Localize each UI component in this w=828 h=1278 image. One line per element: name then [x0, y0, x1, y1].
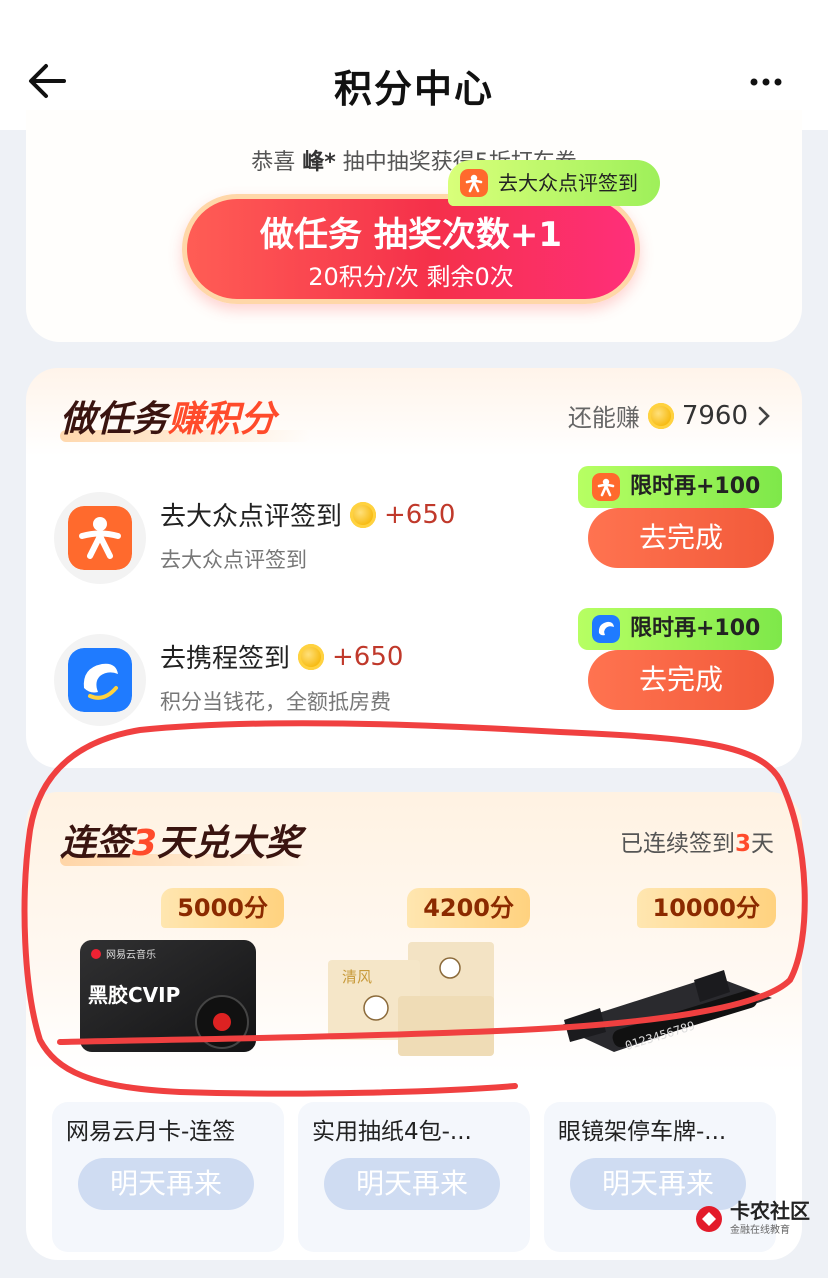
winner-name: 峰*: [302, 150, 336, 175]
come-back-tomorrow-button[interactable]: 明天再来: [324, 1158, 500, 1210]
lottery-card: 恭喜 峰* 抽中抽奖获得5折打车券 做任务 抽奖次数+1 20积分/次 剩余0次…: [26, 110, 802, 342]
signin-heading: 连签3天兑大奖: [60, 814, 301, 866]
task-desc: 积分当钱花，全额抵房费: [160, 690, 391, 714]
ctrip-icon: [592, 615, 620, 643]
limited-bonus-tag: 限时再+100: [578, 466, 782, 508]
earn-more-link[interactable]: 还能赚 7960: [568, 398, 772, 433]
task-icon-wrap: [54, 634, 146, 726]
winner-announcement: 恭喜 峰* 抽中抽奖获得5折打车券: [26, 144, 802, 176]
lottery-task-button[interactable]: 做任务 抽奖次数+1 20积分/次 剩余0次: [182, 194, 640, 304]
task-card: 做任务赚积分 还能赚 7960 去大众点评签到 +650 去大众点评签到 去完成: [26, 368, 802, 768]
float-tag-label: 去大众点评签到: [498, 171, 638, 195]
come-back-tomorrow-button[interactable]: 明天再来: [78, 1158, 254, 1210]
coin-icon: [298, 643, 325, 670]
watermark: 卡农社区 金融在线教育: [694, 1201, 810, 1236]
task-title-text: 去携程签到: [160, 644, 291, 674]
dianping-icon: [592, 473, 620, 501]
limited-bonus-tag: 限时再+100: [578, 608, 782, 650]
watermark-title: 卡农社区: [730, 1199, 810, 1223]
earn-more-label: 还能赚: [567, 404, 640, 432]
lottery-main-label: 做任务 抽奖次数+1: [260, 215, 562, 255]
lottery-float-tag[interactable]: 去大众点评签到: [448, 160, 660, 206]
limited-bonus-text: 限时再+100: [630, 474, 761, 499]
ctrip-icon: [68, 648, 132, 712]
task-title-text: 去大众点评签到: [160, 502, 343, 532]
earn-more-value: 7960: [681, 400, 748, 431]
task-reward: +650: [332, 641, 404, 672]
task-row: 去大众点评签到 +650 去大众点评签到 去完成 限时再+100: [26, 466, 802, 612]
netease-vip-card-image: 网易云音乐 黑胶CVIP: [80, 940, 256, 1052]
prize-info-card: 网易云月卡-连签 明天再来: [52, 1102, 284, 1252]
watermark-text: 卡农社区 金融在线教育: [730, 1201, 810, 1236]
task-title: 去大众点评签到 +650: [160, 496, 455, 533]
prize-item[interactable]: 10000分 0123456789 眼镜架停车牌-... 明天再来: [544, 888, 776, 1252]
signin-status-suffix: 天: [751, 831, 774, 857]
tissue-pack-image: 清风: [328, 942, 494, 1056]
prize-item[interactable]: 4200分 清风 实用抽纸4包-... 明天再来: [298, 888, 530, 1252]
task-desc: 去大众点评签到: [160, 548, 307, 572]
prize-points: 10000分: [636, 888, 776, 928]
parking-sign-image: 0123456789: [558, 970, 772, 1053]
watermark-sub: 金融在线教育: [730, 1225, 790, 1236]
prize-img-brand: 网易云音乐: [106, 948, 156, 961]
prize-img-label: 清风: [342, 968, 372, 986]
signin-status-num: 3: [734, 831, 751, 857]
prize-img-label: 黑胶CVIP: [88, 983, 180, 1007]
task-row: 去携程签到 +650 积分当钱花，全额抵房费 去完成 限时再+100: [26, 608, 802, 754]
prize-name: 眼镜架停车牌-...: [558, 1119, 727, 1145]
limited-bonus-text: 限时再+100: [630, 616, 761, 641]
prize-points: 4200分: [407, 888, 530, 928]
signin-card: 连签3天兑大奖 已连续签到3天 5000分 网易云音乐 黑胶CVIP 网易云月卡…: [26, 792, 802, 1260]
signin-status-prefix: 已连续签到: [619, 831, 735, 857]
task-icon-wrap: [54, 492, 146, 584]
coin-icon: [647, 402, 674, 429]
task-reward: +650: [384, 499, 456, 530]
more-options-icon[interactable]: [746, 62, 786, 102]
chevron-right-icon: [758, 406, 770, 425]
signin-heading-num: 3: [132, 823, 158, 864]
task-complete-button[interactable]: 去完成: [588, 650, 774, 710]
signin-status: 已连续签到3天: [620, 824, 774, 858]
lottery-sub-label: 20积分/次 剩余0次: [308, 263, 514, 291]
prize-item[interactable]: 5000分 网易云音乐 黑胶CVIP 网易云月卡-连签 明天再来: [52, 888, 284, 1252]
winner-prefix: 恭喜: [251, 150, 296, 175]
page-title: 积分中心: [333, 67, 494, 111]
kanong-logo-icon: [696, 1205, 722, 1232]
task-complete-button[interactable]: 去完成: [588, 508, 774, 568]
dianping-icon: [68, 506, 132, 570]
prize-name: 网易云月卡-连签: [66, 1119, 236, 1145]
signin-heading-b: 天兑大奖: [157, 823, 302, 864]
prize-info-card: 实用抽纸4包-... 明天再来: [298, 1102, 530, 1252]
task-heading: 做任务赚积分: [60, 390, 276, 442]
coin-icon: [350, 501, 377, 528]
task-title: 去携程签到 +650: [160, 638, 403, 675]
signin-heading-a: 连签: [60, 823, 133, 864]
prize-name: 实用抽纸4包-...: [312, 1119, 472, 1145]
task-heading-highlight: 赚积分: [168, 399, 277, 440]
task-heading-prefix: 做任务: [60, 399, 169, 440]
dianping-icon: [460, 169, 488, 197]
prize-points: 5000分: [161, 888, 284, 928]
